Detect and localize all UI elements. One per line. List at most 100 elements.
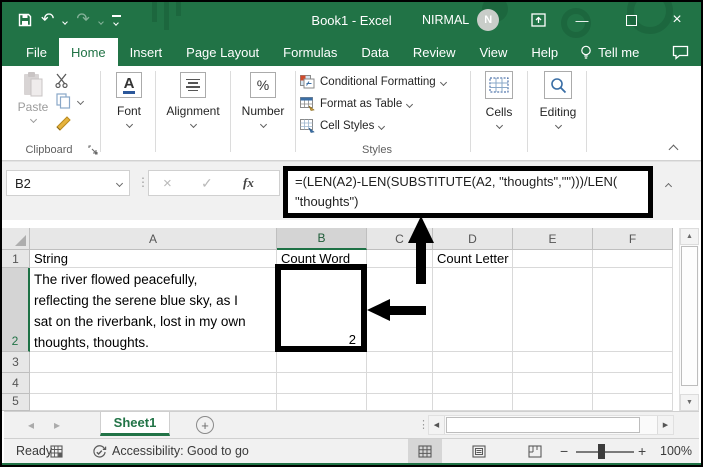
macro-record-icon[interactable] [50, 439, 64, 463]
scroll-up-icon[interactable]: ▲ [680, 228, 699, 245]
undo-dropdown-icon[interactable] [62, 18, 69, 25]
formula-input-annotated[interactable]: =(LEN(A2)-LEN(SUBSTITUTE(A2, "thoughts",… [283, 166, 653, 218]
copy-dropdown-icon[interactable] [76, 97, 85, 106]
next-sheet-icon[interactable]: ▸ [54, 412, 60, 438]
vertical-scrollbar-thumb[interactable] [681, 246, 698, 386]
scroll-down-icon[interactable]: ▼ [680, 394, 699, 411]
accessibility-status[interactable]: Accessibility: Good to go [112, 439, 249, 463]
cell-a4[interactable] [30, 373, 277, 394]
alignment-group-button[interactable]: Alignment [160, 72, 226, 129]
tab-insert[interactable]: Insert [118, 38, 175, 66]
tab-home[interactable]: Home [58, 38, 118, 66]
horizontal-scrollbar-thumb[interactable] [446, 417, 640, 433]
cell-e3[interactable] [513, 352, 593, 373]
tab-review[interactable]: Review [401, 38, 468, 66]
row-header-2[interactable]: 2 [2, 268, 30, 352]
cell-b4[interactable] [277, 373, 367, 394]
zoom-out-icon[interactable]: − [560, 439, 568, 463]
cell-f4[interactable] [593, 373, 673, 394]
avatar[interactable]: N [477, 9, 500, 31]
undo-button[interactable]: ↶ [41, 12, 54, 28]
cell-b5[interactable] [277, 394, 367, 411]
comments-icon[interactable] [672, 38, 689, 66]
normal-view-icon[interactable] [408, 439, 442, 463]
account-area[interactable]: NIRMAL N [422, 2, 500, 38]
cell-a2[interactable]: The river flowed peacefully, reflecting … [30, 268, 277, 352]
cell-b3[interactable] [277, 352, 367, 373]
sheet-tab-sheet1[interactable]: Sheet1 [100, 412, 170, 436]
row-header-5[interactable]: 5 [2, 394, 30, 411]
vertical-scrollbar[interactable]: ▲ ▼ [679, 228, 699, 411]
previous-sheet-icon[interactable]: ◂ [28, 412, 34, 438]
cell-d4[interactable] [433, 373, 513, 394]
maximize-button[interactable] [616, 2, 646, 38]
zoom-level[interactable]: 100% [660, 439, 692, 463]
minimize-button[interactable]: — [567, 2, 597, 38]
page-break-preview-icon[interactable] [518, 439, 552, 463]
name-box-dropdown-icon[interactable] [109, 179, 129, 187]
collapse-ribbon-icon[interactable] [668, 144, 679, 155]
cell-f3[interactable] [593, 352, 673, 373]
cell-d2[interactable] [433, 268, 513, 352]
cell-c4[interactable] [367, 373, 433, 394]
cell-e5[interactable] [513, 394, 593, 411]
scroll-right-icon[interactable]: ▶ [657, 416, 673, 434]
conditional-formatting-button[interactable]: Conditional Formatting [300, 75, 447, 89]
column-header-b[interactable]: B [277, 228, 367, 250]
page-layout-view-icon[interactable] [462, 439, 496, 463]
row-header-3[interactable]: 3 [2, 352, 30, 373]
scroll-left-icon[interactable]: ◀ [429, 416, 445, 434]
cell-c5[interactable] [367, 394, 433, 411]
zoom-slider-thumb[interactable] [598, 444, 605, 459]
clipboard-dialog-launcher-icon[interactable] [88, 145, 98, 155]
cell-e2[interactable] [513, 268, 593, 352]
format-painter-icon[interactable] [55, 115, 72, 131]
select-all-corner[interactable] [2, 228, 30, 250]
cut-icon[interactable] [54, 73, 71, 88]
insert-function-icon[interactable]: fx [243, 175, 254, 191]
column-header-f[interactable]: F [593, 228, 673, 250]
tab-data[interactable]: Data [349, 38, 400, 66]
cell-d1[interactable]: Count Letter [433, 250, 513, 268]
format-as-table-button[interactable]: Format as Table [300, 97, 414, 111]
tab-help[interactable]: Help [519, 38, 570, 66]
tab-page-layout[interactable]: Page Layout [174, 38, 271, 66]
cells-group-button[interactable]: Cells [475, 71, 523, 130]
font-group-button[interactable]: A Font [105, 72, 153, 129]
copy-icon[interactable] [56, 93, 71, 109]
cell-f1[interactable] [593, 250, 673, 268]
column-header-d[interactable]: D [433, 228, 513, 250]
accessibility-icon[interactable] [92, 439, 107, 463]
cell-c3[interactable] [367, 352, 433, 373]
new-sheet-icon[interactable]: + [196, 416, 214, 434]
cell-d5[interactable] [433, 394, 513, 411]
expand-formula-bar-icon[interactable] [664, 182, 673, 191]
tell-me-box[interactable]: Tell me [570, 38, 649, 66]
column-header-e[interactable]: E [513, 228, 593, 250]
cell-a3[interactable] [30, 352, 277, 373]
tab-view[interactable]: View [467, 38, 519, 66]
editing-group-button[interactable]: Editing [532, 71, 584, 130]
cell-a5[interactable] [30, 394, 277, 411]
name-box[interactable]: B2 [6, 170, 130, 196]
tab-file[interactable]: File [14, 38, 59, 66]
cell-e1[interactable] [513, 250, 593, 268]
save-icon[interactable] [18, 13, 32, 27]
cell-e4[interactable] [513, 373, 593, 394]
cell-f2[interactable] [593, 268, 673, 352]
cell-a1[interactable]: String [30, 250, 277, 268]
number-group-button[interactable]: % Number [235, 72, 291, 129]
close-button[interactable]: × [662, 2, 692, 38]
row-header-1[interactable]: 1 [2, 250, 30, 268]
cell-d3[interactable] [433, 352, 513, 373]
zoom-in-icon[interactable]: + [638, 439, 646, 463]
tab-formulas[interactable]: Formulas [271, 38, 349, 66]
ribbon-display-options-icon[interactable] [523, 2, 553, 38]
customize-quick-access-toolbar-icon[interactable] [111, 15, 121, 26]
column-header-a[interactable]: A [30, 228, 277, 250]
zoom-slider-track[interactable] [576, 451, 634, 453]
horizontal-scrollbar[interactable]: ◀ ▶ [428, 415, 674, 435]
cell-styles-button[interactable]: Cell Styles [300, 119, 386, 133]
cell-f5[interactable] [593, 394, 673, 411]
row-header-4[interactable]: 4 [2, 373, 30, 394]
